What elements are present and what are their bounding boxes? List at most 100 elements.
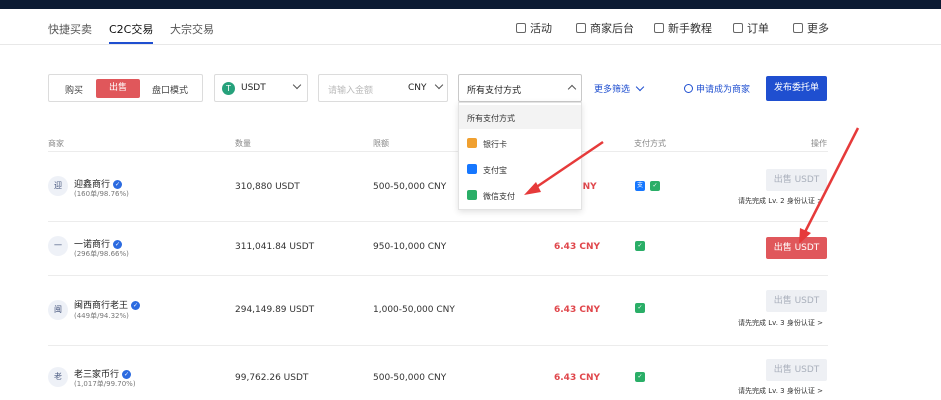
wechat-icon — [467, 190, 477, 200]
verified-icon: ✓ — [113, 180, 123, 189]
currency-value[interactable]: CNY — [408, 83, 427, 93]
alipay-icon: 支 — [635, 181, 645, 191]
amount-placeholder: 请输入金额 — [328, 86, 374, 96]
chevron-down-icon — [292, 80, 302, 90]
quantity: 311,041.84 USDT — [235, 242, 315, 252]
more-icon — [793, 23, 803, 33]
verification-hint[interactable]: 请先完成 Lv. 3 身份认证 > — [738, 386, 823, 396]
orders-label: 订单 — [747, 22, 769, 35]
merchant-stats: (449单/94.32%) — [74, 312, 129, 320]
payment-method-dropdown: 所有支付方式 银行卡 支付宝 微信支付 — [458, 102, 582, 210]
payment-method-select[interactable]: 所有支付方式 — [458, 74, 582, 102]
option-label: 所有支付方式 — [467, 114, 515, 123]
more-label: 更多 — [807, 22, 829, 35]
monitor-icon — [576, 23, 586, 33]
header-quantity: 数量 — [235, 139, 251, 148]
avatar: 迎 — [48, 176, 68, 196]
merchant-backend-label: 商家后台 — [590, 22, 634, 35]
header-limit: 限额 — [373, 139, 389, 148]
activity-label: 活动 — [530, 22, 552, 35]
sell-usdt-button[interactable]: 出售 USDT — [766, 359, 827, 381]
sell-usdt-button[interactable]: 出售 USDT — [766, 169, 827, 191]
publish-order-button[interactable]: 发布委托单 — [766, 76, 827, 101]
sell-toggle[interactable]: 出售 — [96, 79, 140, 98]
document-icon — [733, 23, 743, 33]
table-row: 一 一诺商行 ✓ (296单/98.66%) 311,041.84 USDT 95… — [0, 221, 941, 275]
verification-hint[interactable]: 请先完成 Lv. 3 身份认证 > — [738, 318, 823, 328]
wechat-icon: ✓ — [650, 181, 660, 191]
filter-bar: 购买 出售 盘口模式 T USDT 请输入金额 CNY 所有支付方式 更多筛选 … — [0, 74, 941, 102]
chevron-down-icon — [635, 82, 645, 92]
quantity: 99,762.26 USDT — [235, 373, 309, 383]
merchant-stats: (160单/98.76%) — [74, 190, 129, 198]
price: 6.43 CNY — [554, 242, 600, 252]
more-filters-label: 更多筛选 — [594, 85, 631, 95]
verification-hint[interactable]: 请先完成 Lv. 2 身份认证 > — [738, 196, 823, 206]
trade-mode-switch: 购买 出售 盘口模式 — [48, 74, 203, 102]
verified-icon: ✓ — [131, 301, 141, 310]
orderbook-mode-toggle[interactable]: 盘口模式 — [152, 83, 188, 96]
merchant-backend-link[interactable]: 商家后台 — [576, 20, 634, 36]
quantity: 310,880 USDT — [235, 182, 300, 192]
option-bank-card[interactable]: 银行卡 — [459, 131, 581, 155]
shield-icon — [684, 84, 693, 93]
amount-field[interactable]: 请输入金额 CNY — [318, 74, 448, 102]
limit: 500-50,000 CNY — [373, 182, 447, 192]
coin-select[interactable]: T USDT — [214, 74, 308, 102]
more-filters-button[interactable]: 更多筛选 — [594, 82, 645, 95]
quantity: 294,149.89 USDT — [235, 305, 315, 315]
price: 6.43 CNY — [554, 305, 600, 315]
avatar: 闽 — [48, 300, 68, 320]
tutorial-link[interactable]: 新手教程 — [654, 20, 712, 36]
apply-merchant-label: 申请成为商家 — [696, 85, 751, 95]
apply-merchant-link[interactable]: 申请成为商家 — [684, 82, 750, 95]
sell-usdt-button[interactable]: 出售 USDT — [766, 290, 827, 312]
merchant-stats: (296单/98.66%) — [74, 250, 129, 258]
wechat-icon: ✓ — [635, 303, 645, 313]
chevron-down-icon — [434, 80, 444, 90]
wechat-icon: ✓ — [635, 372, 645, 382]
verified-icon: ✓ — [113, 240, 123, 249]
merchant-name[interactable]: 闽西商行老王 ✓ — [74, 298, 141, 311]
more-link[interactable]: 更多 — [793, 20, 829, 36]
buy-toggle[interactable]: 购买 — [65, 83, 83, 96]
price: 6.43 CNY — [554, 373, 600, 383]
limit: 950-10,000 CNY — [373, 242, 447, 252]
top-header-bar — [0, 0, 941, 9]
header-action: 操作 — [811, 139, 827, 148]
gift-icon — [516, 23, 526, 33]
coin-value: USDT — [241, 83, 266, 93]
limit: 500-50,000 CNY — [373, 373, 447, 383]
option-label: 支付宝 — [483, 166, 507, 175]
option-all-payments[interactable]: 所有支付方式 — [459, 105, 581, 129]
sub-navigation: 快捷买卖 C2C交易 大宗交易 活动 商家后台 新手教程 订单 更多 — [0, 9, 941, 45]
option-label: 银行卡 — [483, 140, 507, 149]
tab-c2c[interactable]: C2C交易 — [109, 21, 154, 44]
avatar: 一 — [48, 236, 68, 256]
option-label: 微信支付 — [483, 192, 515, 201]
alipay-icon — [467, 164, 477, 174]
tab-quick-trade[interactable]: 快捷买卖 — [48, 21, 92, 37]
bank-card-icon — [467, 138, 477, 148]
sell-usdt-button[interactable]: 出售 USDT — [766, 237, 827, 259]
merchant-name-text: 闽西商行老王 — [74, 301, 129, 311]
activity-link[interactable]: 活动 — [516, 20, 552, 36]
table-row: 闽 闽西商行老王 ✓ (449单/94.32%) 294,149.89 USDT … — [0, 275, 941, 345]
tutorial-label: 新手教程 — [668, 22, 712, 35]
orders-link[interactable]: 订单 — [733, 20, 769, 36]
option-alipay[interactable]: 支付宝 — [459, 157, 581, 181]
play-icon — [654, 23, 664, 33]
payment-selected: 所有支付方式 — [467, 86, 522, 96]
option-wechat-pay[interactable]: 微信支付 — [459, 183, 581, 207]
avatar: 老 — [48, 367, 68, 387]
limit: 1,000-50,000 CNY — [373, 305, 455, 315]
tab-block-trade[interactable]: 大宗交易 — [170, 21, 214, 37]
header-merchant: 商家 — [48, 139, 64, 148]
verified-icon: ✓ — [122, 370, 132, 379]
header-payment: 支付方式 — [634, 139, 666, 148]
merchant-stats: (1,017单/99.70%) — [74, 380, 136, 388]
chevron-up-icon — [567, 84, 577, 94]
wechat-icon: ✓ — [635, 241, 645, 251]
usdt-icon: T — [222, 82, 235, 95]
table-row: 老 老三家币行 ✓ (1,017单/99.70%) 99,762.26 USDT … — [0, 345, 941, 400]
